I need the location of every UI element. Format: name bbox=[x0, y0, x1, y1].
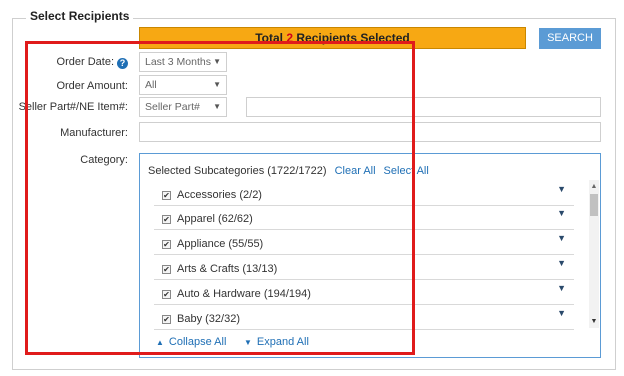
caret-down-icon[interactable]: ▼ bbox=[557, 233, 566, 243]
annotation-highlight-box bbox=[25, 41, 415, 355]
caret-down-icon[interactable]: ▼ bbox=[557, 184, 566, 194]
scroll-up-icon[interactable]: ▲ bbox=[589, 183, 599, 190]
caret-down-icon[interactable]: ▼ bbox=[557, 283, 566, 293]
fieldset-legend: Select Recipients bbox=[26, 9, 134, 23]
scrollbar-thumb[interactable] bbox=[590, 194, 598, 216]
category-scrollbar[interactable]: ▲ ▼ bbox=[589, 180, 599, 328]
caret-down-icon[interactable]: ▼ bbox=[557, 308, 566, 318]
caret-down-icon[interactable]: ▼ bbox=[557, 208, 566, 218]
search-button[interactable]: SEARCH bbox=[539, 28, 601, 49]
caret-down-icon[interactable]: ▼ bbox=[557, 258, 566, 268]
scroll-down-icon[interactable]: ▼ bbox=[589, 318, 599, 325]
